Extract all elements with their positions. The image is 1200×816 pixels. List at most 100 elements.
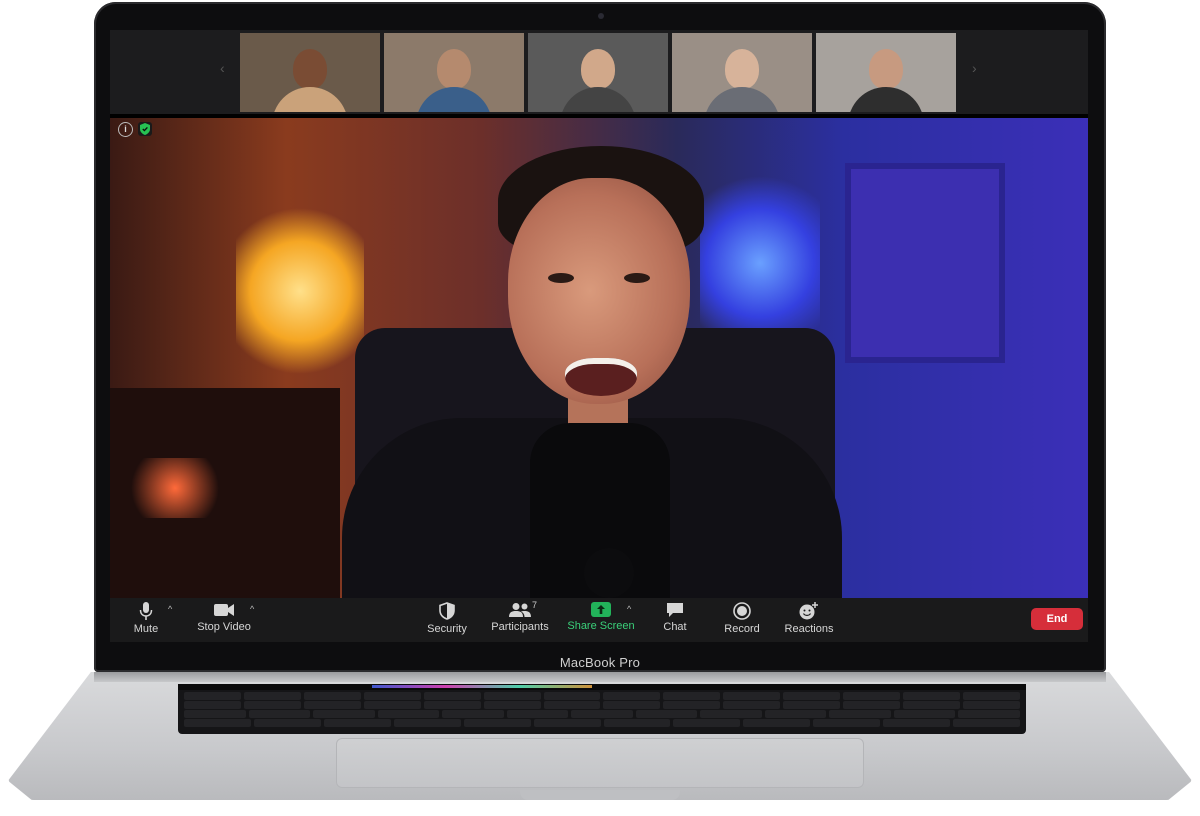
- keyboard-key: [603, 701, 661, 709]
- security-button[interactable]: Security: [422, 602, 472, 635]
- keyboard-key: [543, 701, 601, 709]
- keyboard-key: [958, 710, 1020, 718]
- keyboard-key: [783, 692, 841, 700]
- reactions-label: Reactions: [784, 623, 834, 635]
- keyboard-key: [423, 701, 481, 709]
- participants-button[interactable]: 7 Participants: [490, 600, 550, 633]
- keyboard-key: [243, 692, 301, 700]
- keyboard-key: [962, 701, 1020, 709]
- keyboard-key: [363, 701, 421, 709]
- keyboard-key: [184, 701, 241, 709]
- participant-thumbnail[interactable]: [384, 33, 524, 112]
- participant-thumbnail[interactable]: [816, 33, 956, 112]
- participant-shoulders: [272, 87, 348, 112]
- participant-shoulders: [560, 87, 636, 112]
- reactions-button[interactable]: Reactions: [783, 602, 835, 635]
- encryption-shield-icon[interactable]: [138, 122, 152, 136]
- keyboard-key: [700, 710, 762, 718]
- participant-shoulders: [848, 87, 924, 112]
- keyboard-key: [883, 719, 951, 727]
- keyboard-key: [953, 719, 1021, 727]
- keyboard-key: [843, 701, 901, 709]
- participant-shoulders: [704, 87, 780, 112]
- keyboard-key: [663, 692, 721, 700]
- strip-right-arrow-icon[interactable]: ›: [972, 60, 982, 80]
- keyboard-key: [243, 701, 301, 709]
- laptop-hinge: [94, 672, 1106, 682]
- video-camera-icon: [214, 604, 234, 616]
- keyboard-key: [673, 719, 741, 727]
- audio-options-chevron-icon[interactable]: ^: [168, 604, 172, 614]
- lid-notch: [520, 790, 680, 800]
- background-wall-frame: [845, 163, 1005, 363]
- keyboard-key: [723, 692, 781, 700]
- participant-head: [581, 49, 615, 89]
- keyboard-key: [603, 719, 671, 727]
- security-label: Security: [427, 623, 467, 635]
- chat-button[interactable]: Chat: [658, 602, 692, 633]
- info-icon[interactable]: i: [118, 122, 133, 137]
- record-button[interactable]: Record: [722, 602, 762, 635]
- participant-head: [293, 49, 327, 89]
- microphone-icon: [139, 602, 153, 620]
- keyboard-key: [184, 719, 251, 727]
- gallery-strip: ‹ ›: [110, 30, 1088, 114]
- laptop-model-label: MacBook Pro: [559, 655, 641, 670]
- participants-label: Participants: [491, 621, 549, 633]
- keyboard-row: [184, 701, 1020, 709]
- shield-icon: [439, 602, 455, 620]
- keyboard-row: [184, 710, 1020, 718]
- mute-button[interactable]: Mute: [130, 602, 162, 635]
- keyboard-key: [843, 692, 901, 700]
- participant-head: [725, 49, 759, 89]
- keyboard-key: [303, 692, 361, 700]
- share-options-chevron-icon[interactable]: ^: [627, 604, 631, 614]
- reactions-smiley-icon: [799, 602, 818, 620]
- record-icon: [733, 602, 751, 620]
- keyboard-key: [903, 701, 960, 709]
- keyboard-key: [962, 692, 1020, 700]
- speaker-mouth: [565, 358, 637, 396]
- keyboard-key: [533, 719, 601, 727]
- share-screen-label: Share Screen: [567, 620, 635, 632]
- meeting-info-icons: i: [118, 122, 152, 137]
- participant-thumbnail[interactable]: [240, 33, 380, 112]
- keyboard-key: [483, 692, 541, 700]
- share-screen-button[interactable]: Share Screen: [566, 602, 636, 632]
- participant-shoulders: [416, 87, 492, 112]
- keyboard-key: [743, 719, 811, 727]
- participant-thumbnail[interactable]: [528, 33, 668, 112]
- keyboard-key: [543, 692, 601, 700]
- keyboard-key: [829, 710, 891, 718]
- background-play-button-plaque: [236, 201, 364, 381]
- keyboard-key: [506, 710, 569, 718]
- keyboard-key: [313, 710, 375, 718]
- participants-count: 7: [532, 600, 538, 610]
- chat-label: Chat: [663, 621, 687, 633]
- keyboard-key: [463, 719, 531, 727]
- end-meeting-button[interactable]: End: [1031, 608, 1083, 630]
- speaker-eye-right: [624, 273, 650, 283]
- keyboard-key: [184, 692, 241, 700]
- microphone: [584, 548, 634, 598]
- keyboard-key: [723, 701, 781, 709]
- touch-bar-controls: [372, 685, 592, 688]
- keyboard-key: [323, 719, 391, 727]
- participants-icon: [509, 603, 531, 617]
- participant-head: [437, 49, 471, 89]
- keyboard-key: [253, 719, 321, 727]
- active-speaker-video: i: [110, 118, 1088, 598]
- stop-video-button[interactable]: Stop Video: [196, 602, 252, 633]
- keyboard-key: [483, 701, 541, 709]
- keyboard-row: [184, 692, 1020, 700]
- zoom-window: ‹ › i Mute ^ Stop Video ^ Security 7 Par…: [110, 30, 1088, 642]
- keyboard-key: [303, 701, 361, 709]
- video-options-chevron-icon[interactable]: ^: [250, 604, 254, 614]
- keyboard-key: [184, 710, 246, 718]
- participant-thumbnail[interactable]: [672, 33, 812, 112]
- strip-left-arrow-icon[interactable]: ‹: [220, 60, 230, 80]
- share-screen-icon: [591, 602, 611, 617]
- keyboard-key: [893, 710, 956, 718]
- keyboard-key: [571, 710, 633, 718]
- keyboard-key: [363, 692, 421, 700]
